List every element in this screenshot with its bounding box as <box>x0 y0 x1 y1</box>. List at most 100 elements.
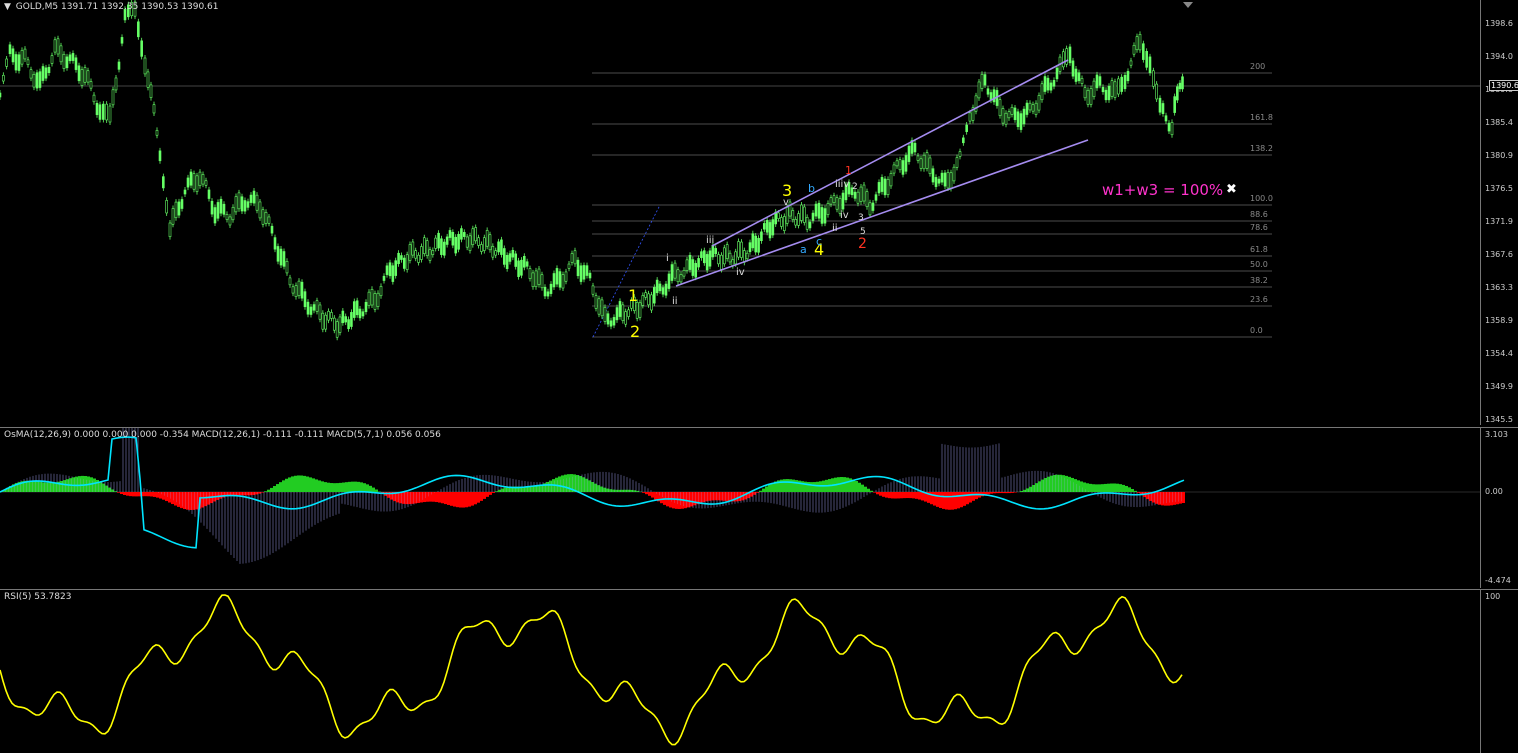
osma-bar <box>1002 492 1005 493</box>
osma-bar <box>1053 475 1056 492</box>
candle-body <box>842 193 844 209</box>
osma-bar <box>1071 478 1074 492</box>
rsi-pane[interactable]: RSI(5) 53.7823 <box>0 589 1480 753</box>
osma-bar <box>108 488 111 492</box>
candle-body <box>190 172 192 185</box>
rsi-axis[interactable]: 100 <box>1480 589 1518 753</box>
osma-bar <box>873 492 876 493</box>
candle-body <box>601 300 603 316</box>
osma-bar <box>933 492 936 506</box>
candle-body <box>1130 61 1132 65</box>
candle-body <box>162 177 164 188</box>
osma-bar <box>1008 492 1011 493</box>
osma-bar <box>1038 481 1041 492</box>
candle-body <box>1062 52 1064 67</box>
chart-title: ▼ GOLD,M5 1391.71 1392.35 1390.53 1390.6… <box>4 2 218 12</box>
candle-body <box>383 276 385 280</box>
osma-bar <box>861 485 864 492</box>
osma-bar <box>1164 492 1167 506</box>
candle-body <box>353 302 355 318</box>
osma-bar <box>327 483 330 492</box>
candle-body <box>141 41 143 57</box>
osma-bar <box>429 492 432 502</box>
candle-body <box>872 203 874 211</box>
osma-bar <box>126 492 129 496</box>
candle-body <box>932 169 934 182</box>
candle-body <box>966 125 968 132</box>
price-axis[interactable]: 1398.61394.01389.81385.41380.91376.51371… <box>1480 0 1518 425</box>
candle-body <box>809 222 811 228</box>
candle-body <box>645 293 647 298</box>
candle-body <box>452 232 454 245</box>
candle-body <box>400 256 402 260</box>
candle-body <box>66 57 68 68</box>
osma-bar <box>576 475 579 492</box>
candle-body <box>947 172 949 188</box>
osma-bar <box>312 478 315 492</box>
osma-bar <box>855 481 858 492</box>
candle-body <box>758 238 760 252</box>
candle-body <box>938 179 940 183</box>
candle-body <box>1142 44 1144 60</box>
candle-body <box>962 138 964 143</box>
candle-body <box>150 85 152 98</box>
candle-body <box>102 104 104 119</box>
chart-menu-triangle-icon[interactable]: ▼ <box>4 2 11 12</box>
candle-body <box>187 178 189 187</box>
osma-bar <box>705 492 708 501</box>
osma-bar <box>1161 492 1164 505</box>
osma-bar <box>702 492 705 502</box>
chart-shift-marker-icon[interactable] <box>1183 2 1193 8</box>
candle-body <box>944 173 946 186</box>
candle-body <box>574 251 576 264</box>
candle-body <box>412 242 414 255</box>
candle-body <box>718 255 720 264</box>
candle-body <box>1179 83 1181 89</box>
candle-body <box>559 272 561 288</box>
candle-body <box>420 247 422 260</box>
candle-body <box>359 309 361 318</box>
osma-bar <box>606 489 609 492</box>
candle-body <box>1035 103 1037 114</box>
macd-canvas <box>0 428 1480 588</box>
osma-bar <box>279 482 282 492</box>
price-chart-pane[interactable]: ▼ GOLD,M5 1391.71 1392.35 1390.53 1390.6… <box>0 0 1480 425</box>
osma-bar <box>369 486 372 492</box>
osma-bar <box>114 491 117 492</box>
osma-bar <box>810 482 813 492</box>
candle-body <box>500 240 502 255</box>
candle-body <box>1078 73 1080 81</box>
candle-body <box>435 238 437 248</box>
osma-bar <box>1110 484 1113 492</box>
osma-bar <box>402 492 405 504</box>
fib-level-label: 50.0 <box>1250 260 1268 269</box>
candle-body <box>268 217 270 223</box>
candle-body <box>256 195 258 210</box>
candle-body <box>159 151 161 161</box>
osma-bar <box>408 492 411 504</box>
candle-body <box>214 208 216 223</box>
candle-body <box>395 261 397 276</box>
osma-bar <box>1041 480 1044 492</box>
osma-bar <box>735 492 738 501</box>
osma-bar <box>453 492 456 507</box>
candle-body <box>121 37 123 43</box>
candle-body <box>783 216 785 230</box>
candle-body <box>1114 82 1116 98</box>
macd-pane[interactable]: OsMA(12,26,9) 0.000 0.000 0.000 -0.354 M… <box>0 427 1480 588</box>
osma-bar <box>159 492 162 499</box>
osma-bar <box>303 476 306 492</box>
candle-body <box>205 181 207 186</box>
osma-bar <box>621 490 624 492</box>
close-icon[interactable]: ✖ <box>1226 182 1237 197</box>
candle-body <box>250 195 252 202</box>
candle-body <box>821 207 823 223</box>
macd-axis[interactable]: 3.103 0.00 -4.474 <box>1480 427 1518 588</box>
candle-body <box>432 250 434 254</box>
candle-body <box>87 71 89 82</box>
osma-bar <box>420 492 423 502</box>
candle-body <box>144 58 146 74</box>
osma-bar <box>249 492 252 495</box>
osma-bar <box>339 483 342 492</box>
osma-bar <box>882 492 885 497</box>
